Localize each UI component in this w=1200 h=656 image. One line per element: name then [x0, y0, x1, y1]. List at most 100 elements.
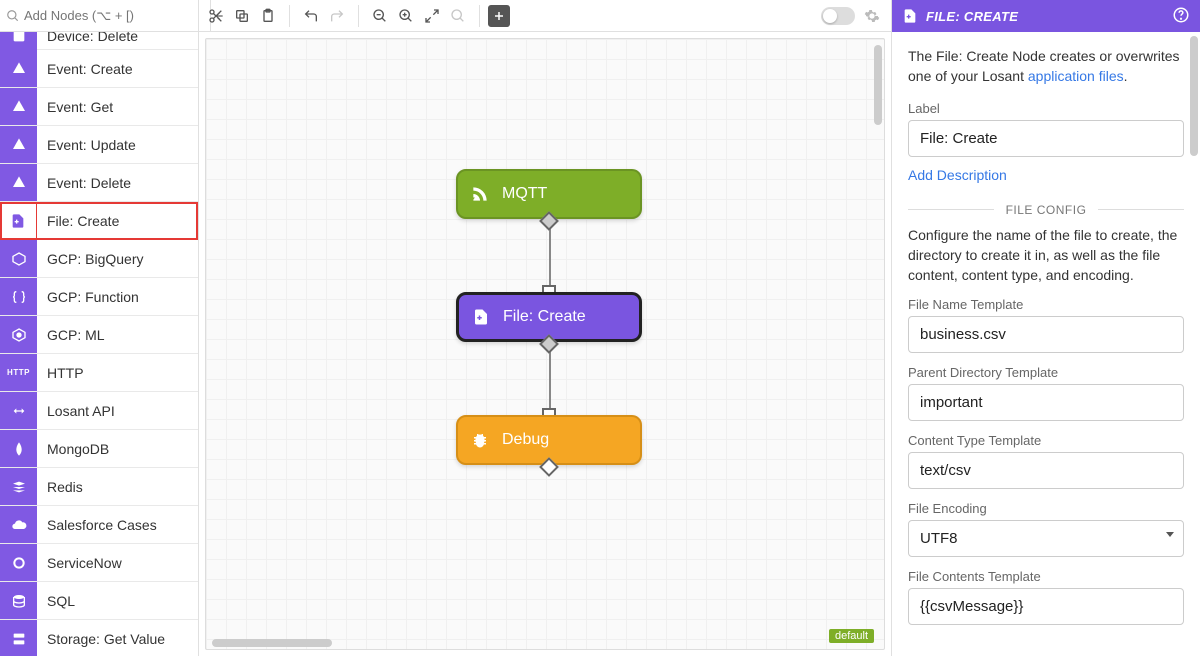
copy-button[interactable] — [229, 3, 255, 29]
sidebar-item-http[interactable]: HTTPHTTP — [0, 354, 198, 392]
scissors-icon — [208, 8, 224, 24]
file-name-input[interactable] — [908, 316, 1184, 353]
palette-header — [0, 0, 198, 32]
contents-caption: File Contents Template — [908, 569, 1184, 584]
clipboard-icon — [260, 8, 276, 24]
section-title: FILE CONFIG — [994, 203, 1099, 217]
flow-link[interactable] — [549, 221, 551, 292]
redo-icon — [329, 8, 345, 24]
add-description-link[interactable]: Add Description — [908, 167, 1007, 183]
flow-node-label: File: Create — [503, 308, 586, 326]
contents-input[interactable] — [908, 588, 1184, 625]
sidebar-item-label: SQL — [37, 593, 75, 609]
canvas-toolbar — [199, 0, 891, 32]
sidebar-item-label: Event: Get — [37, 99, 113, 115]
zoom-selection-button[interactable] — [445, 3, 471, 29]
config-description: Configure the name of the file to create… — [908, 225, 1184, 286]
sidebar-item-label: Event: Delete — [37, 175, 131, 191]
toolbar-separator — [289, 5, 290, 27]
plus-icon — [493, 10, 505, 22]
encoding-caption: File Encoding — [908, 501, 1184, 516]
sql-icon — [0, 582, 37, 619]
sidebar-item-storage-get-value[interactable]: Storage: Get Value — [0, 620, 198, 656]
undo-icon — [303, 8, 319, 24]
sidebar-item-label: Redis — [37, 479, 83, 495]
canvas-settings-button[interactable] — [861, 5, 883, 27]
sidebar-item-redis[interactable]: Redis — [0, 468, 198, 506]
parent-dir-input[interactable] — [908, 384, 1184, 421]
toggle-switch[interactable] — [821, 7, 855, 25]
zoom-out-icon — [372, 8, 388, 24]
properties-panel: FILE: CREATE The File: Create Node creat… — [891, 0, 1200, 656]
search-input[interactable] — [20, 4, 204, 27]
toolbar-separator — [479, 5, 480, 27]
application-files-link[interactable]: application files — [1028, 68, 1124, 84]
flow-canvas[interactable]: MQTT File: Create Debug default — [205, 38, 885, 650]
node-palette: Device: Delete Event: Create Event: Get Eve… — [0, 0, 199, 656]
sidebar-item-label: Event: Update — [37, 137, 136, 153]
sidebar-item-file-create[interactable]: File: Create — [0, 202, 198, 240]
redis-icon — [0, 468, 37, 505]
event-icon — [0, 50, 37, 87]
sidebar-item-device-delete[interactable]: Device: Delete — [0, 32, 198, 50]
file-icon — [902, 8, 918, 24]
zoom-in-icon — [398, 8, 414, 24]
search-icon — [6, 9, 20, 23]
redo-button[interactable] — [324, 3, 350, 29]
copy-icon — [234, 8, 250, 24]
sidebar-item-servicenow[interactable]: ServiceNow — [0, 544, 198, 582]
zoom-in-button[interactable] — [393, 3, 419, 29]
sidebar-item-mongodb[interactable]: MongoDB — [0, 430, 198, 468]
node-description: The File: Create Node creates or overwri… — [908, 46, 1184, 87]
sidebar-item-label: Salesforce Cases — [37, 517, 157, 533]
mongo-icon — [0, 430, 37, 467]
panel-scrollbar[interactable] — [1190, 36, 1198, 156]
servicenow-icon — [0, 544, 37, 581]
sidebar-item-label: Storage: Get Value — [37, 631, 165, 647]
sidebar-item-event-delete[interactable]: Event: Delete — [0, 164, 198, 202]
sidebar-item-gcp-function[interactable]: GCP: Function — [0, 278, 198, 316]
gcp-fn-icon — [0, 278, 37, 315]
storage-icon — [0, 620, 37, 656]
undo-button[interactable] — [298, 3, 324, 29]
panel-body[interactable]: The File: Create Node creates or overwri… — [892, 32, 1200, 656]
panel-header: FILE: CREATE — [892, 0, 1200, 32]
file-icon — [459, 308, 503, 326]
canvas-scrollbar-horizontal[interactable] — [206, 637, 872, 649]
encoding-select[interactable]: UTF8 — [908, 520, 1184, 557]
cloud-icon — [0, 506, 37, 543]
label-input[interactable] — [908, 120, 1184, 157]
sidebar-item-event-create[interactable]: Event: Create — [0, 50, 198, 88]
sidebar-item-gcp-bigquery[interactable]: GCP: BigQuery — [0, 240, 198, 278]
content-type-input[interactable] — [908, 452, 1184, 489]
section-divider: FILE CONFIG — [908, 203, 1184, 217]
sidebar-item-losant-api[interactable]: Losant API — [0, 392, 198, 430]
canvas-column: MQTT File: Create Debug default — [199, 0, 891, 656]
sidebar-item-event-update[interactable]: Event: Update — [0, 126, 198, 164]
event-icon — [0, 164, 37, 201]
node-list[interactable]: Device: Delete Event: Create Event: Get Eve… — [0, 32, 198, 656]
canvas-scrollbar-vertical[interactable] — [872, 39, 884, 649]
flow-link[interactable] — [549, 344, 551, 415]
sidebar-item-gcp-ml[interactable]: GCP: ML — [0, 316, 198, 354]
add-button[interactable] — [488, 5, 510, 27]
sidebar-item-event-get[interactable]: Event: Get — [0, 88, 198, 126]
sidebar-item-sql[interactable]: SQL — [0, 582, 198, 620]
zoom-fit-button[interactable] — [419, 3, 445, 29]
flow-node-label: MQTT — [502, 185, 547, 203]
paste-button[interactable] — [255, 3, 281, 29]
cut-button[interactable] — [203, 3, 229, 29]
sidebar-item-label: GCP: BigQuery — [37, 251, 143, 267]
zoom-icon — [450, 8, 466, 24]
sidebar-item-label: GCP: ML — [37, 327, 105, 343]
sidebar-item-label: MongoDB — [37, 441, 109, 457]
sidebar-item-salesforce-cases[interactable]: Salesforce Cases — [0, 506, 198, 544]
gear-icon — [864, 8, 880, 24]
parent-dir-caption: Parent Directory Template — [908, 365, 1184, 380]
event-icon — [0, 88, 37, 125]
sidebar-item-label: Device: Delete — [37, 32, 138, 44]
sidebar-item-label: HTTP — [37, 365, 84, 381]
file-name-caption: File Name Template — [908, 297, 1184, 312]
zoom-out-button[interactable] — [367, 3, 393, 29]
help-button[interactable] — [1172, 6, 1190, 27]
